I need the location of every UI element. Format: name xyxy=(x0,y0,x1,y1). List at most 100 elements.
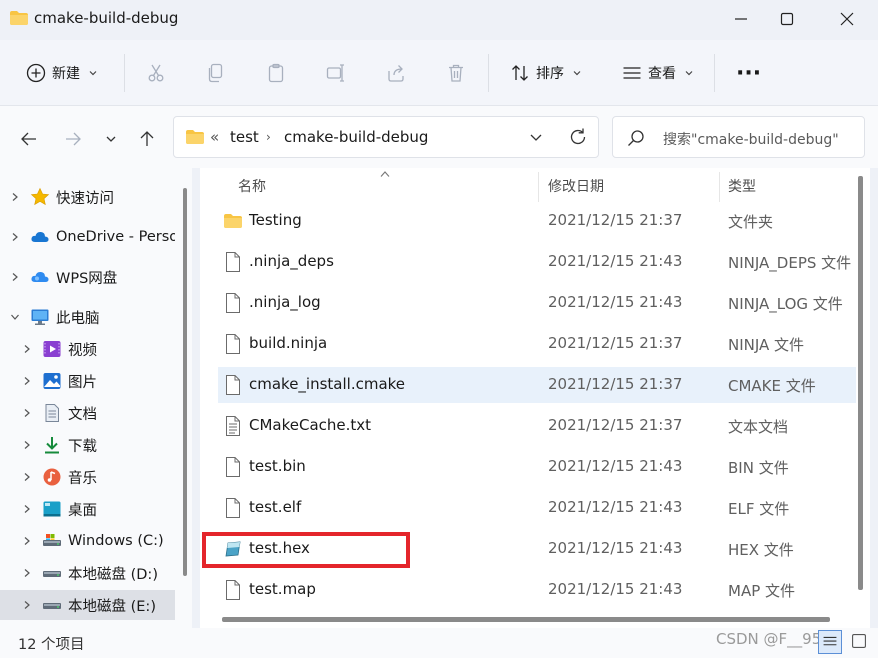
details-view-icon xyxy=(823,636,837,646)
sidebar-item-label: 桌面 xyxy=(68,502,97,519)
sidebar-item-pictures[interactable]: 图片 xyxy=(0,366,175,396)
cut-button[interactable] xyxy=(146,56,166,90)
sidebar-item-videos[interactable]: 视频 xyxy=(0,334,175,364)
sidebar-item-wps-drive[interactable]: WPS网盘 xyxy=(0,262,175,292)
close-button[interactable] xyxy=(824,4,870,34)
file-list: 名称 修改日期 类型 Testing 2021/12/15 21:37 文件夹 … xyxy=(200,168,870,628)
scrollbar-thumb[interactable] xyxy=(183,188,187,576)
file-icon xyxy=(226,375,240,395)
paste-button[interactable] xyxy=(266,56,286,90)
refresh-icon[interactable] xyxy=(568,127,588,147)
file-row[interactable]: .ninja_log 2021/12/15 21:43 NINJA_LOG 文件 xyxy=(218,285,856,321)
file-row[interactable]: Testing 2021/12/15 21:37 文件夹 xyxy=(218,203,856,239)
sidebar-item-label: 快速访问 xyxy=(56,190,114,207)
cloud-icon xyxy=(30,227,50,247)
file-date: 2021/12/15 21:37 xyxy=(548,211,683,229)
file-row[interactable]: test.map 2021/12/15 21:43 MAP 文件 xyxy=(218,572,856,608)
copy-button[interactable] xyxy=(206,56,226,90)
clipboard-icon xyxy=(268,63,284,83)
maximize-button[interactable] xyxy=(764,4,810,34)
sidebar-item-downloads[interactable]: 下载 xyxy=(0,430,175,460)
new-button[interactable]: 新建 xyxy=(26,56,98,90)
column-divider[interactable] xyxy=(719,172,720,202)
file-type: 文件夹 xyxy=(728,213,774,231)
delete-button[interactable] xyxy=(446,56,466,90)
title-bar: cmake-build-debug xyxy=(0,0,878,40)
file-name: test.map xyxy=(249,580,316,598)
rename-button[interactable] xyxy=(326,56,346,90)
forward-button[interactable] xyxy=(62,128,84,150)
file-name: CMakeCache.txt xyxy=(249,416,372,434)
column-header-name[interactable]: 名称 xyxy=(238,176,266,196)
sidebar-item-drive-e[interactable]: 本地磁盘 (E:) xyxy=(0,590,175,620)
file-date: 2021/12/15 21:43 xyxy=(548,498,683,516)
file-date: 2021/12/15 21:43 xyxy=(548,580,683,598)
details-view-button[interactable] xyxy=(818,630,842,654)
command-bar: 新建 排序 查看 ··· xyxy=(0,40,878,106)
view-button[interactable]: 查看 xyxy=(622,56,694,90)
file-icon xyxy=(226,498,240,518)
sidebar-item-quick-access[interactable]: 快速访问 xyxy=(0,182,175,212)
breadcrumb-test[interactable]: test xyxy=(230,128,259,146)
sort-button[interactable]: 排序 xyxy=(510,56,582,90)
tiles-view-button[interactable] xyxy=(848,630,872,654)
sidebar-item-drive-d[interactable]: 本地磁盘 (D:) xyxy=(0,558,175,588)
chevron-down-icon xyxy=(89,71,97,76)
breadcrumb-overflow[interactable]: « xyxy=(210,128,219,146)
picture-icon xyxy=(42,371,62,391)
folder-icon xyxy=(224,214,242,228)
file-row[interactable]: test.bin 2021/12/15 21:43 BIN 文件 xyxy=(218,449,856,485)
chevron-right-icon xyxy=(24,345,30,353)
file-name: Testing xyxy=(249,211,302,229)
file-row[interactable]: CMakeCache.txt 2021/12/15 21:37 文本文档 xyxy=(218,408,856,444)
sidebar-item-drive-c[interactable]: Windows (C:) xyxy=(0,526,175,556)
chevron-right-icon xyxy=(24,537,30,545)
search-input[interactable]: 搜索"cmake-build-debug" xyxy=(612,116,865,158)
chevron-down-icon[interactable] xyxy=(528,129,544,145)
file-row[interactable]: test.elf 2021/12/15 21:43 ELF 文件 xyxy=(218,490,856,526)
column-header-date[interactable]: 修改日期 xyxy=(548,176,604,196)
vertical-scrollbar[interactable] xyxy=(858,176,863,590)
file-name: test.elf xyxy=(249,498,302,516)
chevron-down-icon xyxy=(573,71,581,76)
file-icon xyxy=(226,334,240,354)
sidebar-item-music[interactable]: 音乐 xyxy=(0,462,175,492)
new-label: 新建 xyxy=(52,66,80,82)
sidebar-item-onedrive[interactable]: OneDrive - Personal xyxy=(0,222,175,252)
status-bar: 12 个项目 CSDN @F__9527 xyxy=(0,628,878,658)
file-icon xyxy=(226,252,240,272)
file-row[interactable]: cmake_install.cmake 2021/12/15 21:37 CMA… xyxy=(218,367,856,403)
drive-icon xyxy=(42,531,62,551)
file-date: 2021/12/15 21:37 xyxy=(548,334,683,352)
chevron-right-icon xyxy=(24,505,30,513)
file-row[interactable]: .ninja_deps 2021/12/15 21:43 NINJA_DEPS … xyxy=(218,244,856,280)
share-button[interactable] xyxy=(386,56,406,90)
address-bar[interactable]: « test › cmake-build-debug xyxy=(173,116,599,158)
sidebar-item-documents[interactable]: 文档 xyxy=(0,398,175,428)
more-options-button[interactable]: ··· xyxy=(736,56,761,90)
sidebar-item-this-pc[interactable]: 此电脑 xyxy=(0,302,175,332)
sidebar-scrollbar[interactable] xyxy=(182,188,188,576)
search-icon xyxy=(628,130,644,146)
sidebar-item-label: Windows (C:) xyxy=(68,533,164,549)
file-name: .ninja_log xyxy=(249,293,321,311)
sidebar-item-desktop[interactable]: 桌面 xyxy=(0,494,175,524)
up-button[interactable] xyxy=(136,128,158,150)
file-date: 2021/12/15 21:43 xyxy=(548,293,683,311)
column-header-type[interactable]: 类型 xyxy=(728,176,756,196)
horizontal-scrollbar[interactable] xyxy=(222,617,830,622)
file-type: MAP 文件 xyxy=(728,582,796,600)
view-label: 查看 xyxy=(648,66,676,82)
file-name: test.bin xyxy=(249,457,306,475)
breadcrumb-current[interactable]: cmake-build-debug xyxy=(284,128,428,146)
file-type: HEX 文件 xyxy=(728,541,794,559)
recent-locations-button[interactable] xyxy=(100,128,122,150)
copy-icon xyxy=(208,63,223,83)
sidebar-item-label: WPS网盘 xyxy=(56,270,118,287)
column-divider[interactable] xyxy=(538,172,539,202)
minimize-button[interactable] xyxy=(718,4,764,34)
rename-icon xyxy=(326,64,344,82)
file-name: .ninja_deps xyxy=(249,252,334,270)
back-button[interactable] xyxy=(18,128,40,150)
file-row[interactable]: build.ninja 2021/12/15 21:37 NINJA 文件 xyxy=(218,326,856,362)
